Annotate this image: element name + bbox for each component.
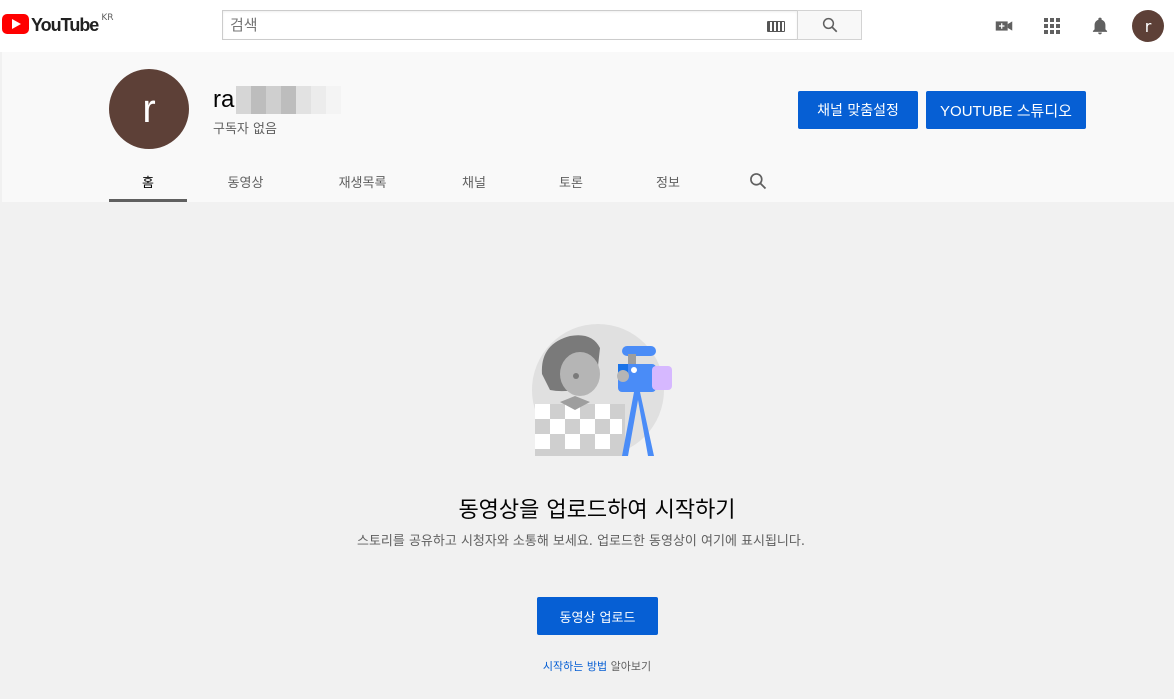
empty-state-title: 동영상을 업로드하여 시작하기 <box>458 498 736 523</box>
masthead-actions: r <box>972 10 1164 42</box>
keyboard-icon[interactable] <box>767 21 785 32</box>
bell-icon <box>1092 17 1108 35</box>
videographer-illustration <box>532 324 672 456</box>
notifications-button[interactable] <box>1084 10 1116 42</box>
tab-discussion[interactable]: 토론 <box>527 160 615 202</box>
upload-video-button[interactable]: 동영상 업로드 <box>537 597 658 635</box>
apps-grid-icon <box>1044 18 1060 34</box>
search-bar <box>222 10 862 40</box>
channel-search-button[interactable] <box>733 160 783 202</box>
masthead: YouTube KR r <box>0 0 1174 52</box>
redacted-name-blur <box>236 86 342 114</box>
channel-name: ra <box>213 86 342 114</box>
account-avatar[interactable]: r <box>1132 10 1164 42</box>
learn-suffix: 알아보기 <box>610 660 652 673</box>
logo-text: YouTube <box>31 15 99 35</box>
search-icon <box>750 173 767 190</box>
subscriber-count: 구독자 없음 <box>213 122 277 137</box>
search-input[interactable] <box>223 11 797 39</box>
search-button[interactable] <box>797 10 862 40</box>
tab-channels[interactable]: 채널 <box>421 160 527 202</box>
channel-tabs: 홈 동영상 재생목록 채널 토론 정보 <box>109 160 783 202</box>
tab-videos[interactable]: 동영상 <box>187 160 304 202</box>
channel-avatar: r <box>109 69 189 149</box>
video-camera-add-icon <box>995 21 1013 31</box>
create-video-button[interactable] <box>988 10 1020 42</box>
channel-header: r ra 구독자 없음 채널 맞춤설정 YOUTUBE 스튜디오 홈 동영상 재… <box>2 52 1174 202</box>
tab-about[interactable]: 정보 <box>615 160 721 202</box>
learn-how-link[interactable]: 시작하는 방법 <box>543 660 607 673</box>
empty-state-description: 스토리를 공유하고 시청자와 소통해 보세요. 업로드한 동영상이 여기에 표시… <box>357 534 805 549</box>
learn-more: 시작하는 방법 알아보기 <box>0 658 1174 674</box>
apps-button[interactable] <box>1036 10 1068 42</box>
tab-home[interactable]: 홈 <box>109 160 187 202</box>
search-icon <box>822 17 837 33</box>
channel-name-text: ra <box>213 86 235 113</box>
youtube-studio-button[interactable]: YOUTUBE 스튜디오 <box>926 91 1086 129</box>
tab-playlists[interactable]: 재생목록 <box>304 160 421 202</box>
logo-region: KR <box>101 13 114 23</box>
search-box <box>222 10 797 40</box>
empty-state: 동영상을 업로드하여 시작하기 스토리를 공유하고 시청자와 소통해 보세요. … <box>0 202 1174 699</box>
customize-channel-button[interactable]: 채널 맞춤설정 <box>798 91 918 129</box>
youtube-play-icon <box>2 14 29 34</box>
youtube-logo[interactable]: YouTube KR <box>2 13 114 36</box>
